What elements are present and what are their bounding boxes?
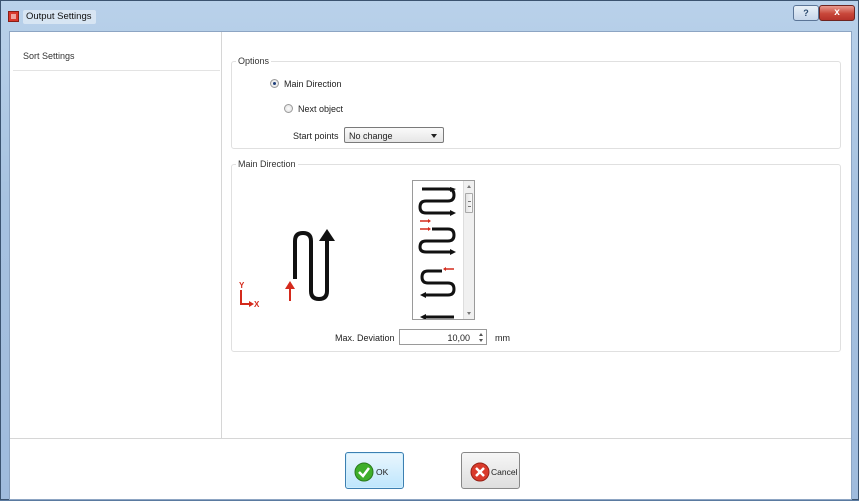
scroll-up-icon[interactable] (467, 185, 471, 188)
app-icon (8, 11, 19, 22)
options-group: Options Main Direction Next object Start… (231, 56, 841, 149)
options-legend: Options (236, 56, 272, 66)
main-direction-legend: Main Direction (236, 159, 298, 169)
check-icon (354, 462, 374, 482)
axis-indicator-icon: Y X (239, 281, 260, 309)
direction-preview-icon (285, 229, 335, 302)
pattern-serpentine-icon[interactable] (416, 185, 460, 219)
spin-down-icon[interactable] (479, 339, 483, 342)
title-bar[interactable]: Output Settings ? x (1, 1, 858, 31)
chevron-down-icon (431, 134, 437, 138)
scroll-down-icon[interactable] (467, 312, 471, 315)
window-title: Output Settings (23, 10, 97, 24)
radio-main-direction-circle[interactable] (270, 79, 279, 88)
nav-item-sort-settings[interactable]: Sort Settings (13, 43, 220, 71)
close-button[interactable]: x (819, 5, 855, 21)
ok-button-label: OK (376, 467, 389, 477)
axis-y-label: Y (239, 281, 245, 290)
ok-button[interactable]: OK (345, 452, 404, 489)
radio-main-direction-label: Main Direction (284, 79, 342, 89)
cancel-button-label: Cancel (491, 467, 518, 477)
direction-pattern-list[interactable] (412, 180, 475, 320)
start-points-value: No change (349, 131, 393, 141)
start-points-label: Start points (293, 131, 339, 141)
max-deviation-unit: mm (495, 333, 510, 343)
cancel-icon (470, 462, 490, 482)
settings-nav-panel: Sort Settings (10, 32, 222, 439)
output-settings-window: Output Settings ? x Sort Settings Option… (0, 0, 859, 500)
help-button[interactable]: ? (793, 5, 819, 21)
radio-next-object-label: Next object (298, 104, 344, 114)
max-deviation-value: 10,00 (447, 333, 470, 343)
pattern-serpentine-reverse-icon[interactable] (416, 265, 460, 305)
max-deviation-input[interactable]: 10,00 (399, 329, 487, 345)
scroll-thumb[interactable] (465, 193, 473, 213)
pattern-partial-icon[interactable] (416, 309, 460, 320)
axis-x-label: X (254, 300, 260, 309)
dialog-client-area: Sort Settings Options Main Direction Nex… (9, 31, 852, 500)
max-deviation-label: Max. Deviation (335, 333, 395, 343)
start-points-select[interactable]: No change (344, 127, 444, 143)
spin-up-icon[interactable] (479, 333, 483, 336)
radio-next-object-circle[interactable] (284, 104, 293, 113)
cancel-button[interactable]: Cancel (461, 452, 520, 489)
main-direction-group: Main Direction Y X Max. Deviation 10,00 … (231, 159, 841, 352)
button-bar: OK Cancel (10, 438, 851, 501)
pattern-list-scrollbar[interactable] (463, 181, 474, 319)
pattern-serpentine-red-start-icon[interactable] (416, 217, 460, 255)
